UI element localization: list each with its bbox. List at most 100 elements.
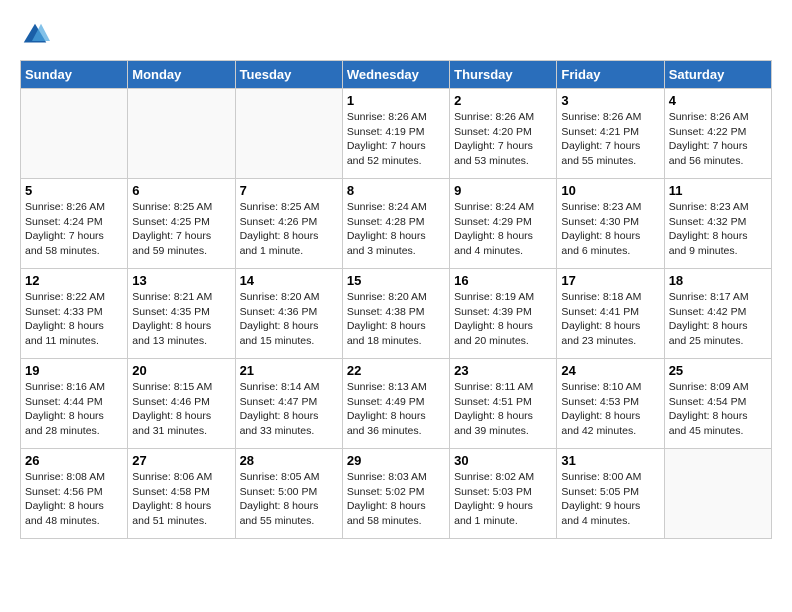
calendar-week-2: 5Sunrise: 8:26 AM Sunset: 4:24 PM Daylig… — [21, 179, 772, 269]
day-number: 22 — [347, 363, 445, 378]
day-info: Sunrise: 8:15 AM Sunset: 4:46 PM Dayligh… — [132, 380, 230, 439]
day-info: Sunrise: 8:17 AM Sunset: 4:42 PM Dayligh… — [669, 290, 767, 349]
calendar-cell: 5Sunrise: 8:26 AM Sunset: 4:24 PM Daylig… — [21, 179, 128, 269]
day-info: Sunrise: 8:13 AM Sunset: 4:49 PM Dayligh… — [347, 380, 445, 439]
calendar-cell: 15Sunrise: 8:20 AM Sunset: 4:38 PM Dayli… — [342, 269, 449, 359]
day-info: Sunrise: 8:23 AM Sunset: 4:32 PM Dayligh… — [669, 200, 767, 259]
day-number: 4 — [669, 93, 767, 108]
day-number: 19 — [25, 363, 123, 378]
calendar-week-3: 12 Sunrise: 8:22 AM Sunset: 4:33 PM Dayli… — [21, 269, 772, 359]
calendar-cell: 19 Sunrise: 8:16 AM Sunset: 4:44 PM Dayli… — [21, 359, 128, 449]
day-number: 28 — [240, 453, 338, 468]
calendar-cell: 12 Sunrise: 8:22 AM Sunset: 4:33 PM Dayli… — [21, 269, 128, 359]
calendar-header: SundayMondayTuesdayWednesdayThursdayFrid… — [21, 61, 772, 89]
calendar-cell: 20 Sunrise: 8:15 AM Sunset: 4:46 PM Dayli… — [128, 359, 235, 449]
calendar-cell — [235, 89, 342, 179]
day-number: 1 — [347, 93, 445, 108]
calendar-cell: 25 Sunrise: 8:09 AM Sunset: 4:54 PM Dayli… — [664, 359, 771, 449]
day-number: 25 — [669, 363, 767, 378]
day-number: 18 — [669, 273, 767, 288]
calendar-table: SundayMondayTuesdayWednesdayThursdayFrid… — [20, 60, 772, 539]
day-number: 2 — [454, 93, 552, 108]
calendar-cell — [128, 89, 235, 179]
day-number: 26 — [25, 453, 123, 468]
calendar-cell: 3 Sunrise: 8:26 AM Sunset: 4:21 PM Daylig… — [557, 89, 664, 179]
calendar-cell: 7 Sunrise: 8:25 AM Sunset: 4:26 PM Daylig… — [235, 179, 342, 269]
calendar-cell: 18 Sunrise: 8:17 AM Sunset: 4:42 PM Dayli… — [664, 269, 771, 359]
day-info: Sunrise: 8:11 AM Sunset: 4:51 PM Dayligh… — [454, 380, 552, 439]
day-info: Sunrise: 8:14 AM Sunset: 4:47 PM Dayligh… — [240, 380, 338, 439]
calendar-cell — [21, 89, 128, 179]
calendar-cell: 28 Sunrise: 8:05 AM Sunset: 5:00 PM Dayli… — [235, 449, 342, 539]
day-number: 7 — [240, 183, 338, 198]
calendar-cell: 1 Sunrise: 8:26 AM Sunset: 4:19 PM Daylig… — [342, 89, 449, 179]
day-info: Sunrise: 8:18 AM Sunset: 4:41 PM Dayligh… — [561, 290, 659, 349]
calendar-cell: 17 Sunrise: 8:18 AM Sunset: 4:41 PM Dayli… — [557, 269, 664, 359]
day-number: 29 — [347, 453, 445, 468]
day-info: Sunrise: 8:26 AM Sunset: 4:21 PM Dayligh… — [561, 110, 659, 169]
calendar-cell: 13Sunrise: 8:21 AM Sunset: 4:35 PM Dayli… — [128, 269, 235, 359]
logo — [20, 20, 54, 50]
day-info: Sunrise: 8:25 AM Sunset: 4:25 PM Dayligh… — [132, 200, 230, 259]
day-number: 20 — [132, 363, 230, 378]
day-number: 17 — [561, 273, 659, 288]
day-number: 12 — [25, 273, 123, 288]
day-number: 23 — [454, 363, 552, 378]
day-header-monday: Monday — [128, 61, 235, 89]
calendar-cell: 22 Sunrise: 8:13 AM Sunset: 4:49 PM Dayli… — [342, 359, 449, 449]
day-number: 14 — [240, 273, 338, 288]
day-info: Sunrise: 8:06 AM Sunset: 4:58 PM Dayligh… — [132, 470, 230, 529]
calendar-cell: 27 Sunrise: 8:06 AM Sunset: 4:58 PM Dayli… — [128, 449, 235, 539]
day-info: Sunrise: 8:16 AM Sunset: 4:44 PM Dayligh… — [25, 380, 123, 439]
day-number: 24 — [561, 363, 659, 378]
day-number: 31 — [561, 453, 659, 468]
day-header-thursday: Thursday — [450, 61, 557, 89]
day-header-sunday: Sunday — [21, 61, 128, 89]
calendar-week-5: 26 Sunrise: 8:08 AM Sunset: 4:56 PM Dayli… — [21, 449, 772, 539]
calendar-cell: 26 Sunrise: 8:08 AM Sunset: 4:56 PM Dayli… — [21, 449, 128, 539]
day-info: Sunrise: 8:19 AM Sunset: 4:39 PM Dayligh… — [454, 290, 552, 349]
day-number: 16 — [454, 273, 552, 288]
calendar-week-4: 19 Sunrise: 8:16 AM Sunset: 4:44 PM Dayli… — [21, 359, 772, 449]
day-info: Sunrise: 8:08 AM Sunset: 4:56 PM Dayligh… — [25, 470, 123, 529]
calendar-cell: 31 Sunrise: 8:00 AM Sunset: 5:05 PM Dayli… — [557, 449, 664, 539]
calendar-cell — [664, 449, 771, 539]
day-number: 3 — [561, 93, 659, 108]
calendar-cell: 9Sunrise: 8:24 AM Sunset: 4:29 PM Daylig… — [450, 179, 557, 269]
day-header-tuesday: Tuesday — [235, 61, 342, 89]
calendar-cell: 16 Sunrise: 8:19 AM Sunset: 4:39 PM Dayli… — [450, 269, 557, 359]
logo-icon — [20, 20, 50, 50]
calendar-body: 1 Sunrise: 8:26 AM Sunset: 4:19 PM Daylig… — [21, 89, 772, 539]
day-info: Sunrise: 8:26 AM Sunset: 4:19 PM Dayligh… — [347, 110, 445, 169]
day-info: Sunrise: 8:21 AM Sunset: 4:35 PM Dayligh… — [132, 290, 230, 349]
day-info: Sunrise: 8:00 AM Sunset: 5:05 PM Dayligh… — [561, 470, 659, 529]
day-header-wednesday: Wednesday — [342, 61, 449, 89]
day-info: Sunrise: 8:09 AM Sunset: 4:54 PM Dayligh… — [669, 380, 767, 439]
calendar-cell: 24 Sunrise: 8:10 AM Sunset: 4:53 PM Dayli… — [557, 359, 664, 449]
calendar-week-1: 1 Sunrise: 8:26 AM Sunset: 4:19 PM Daylig… — [21, 89, 772, 179]
day-number: 10 — [561, 183, 659, 198]
day-number: 30 — [454, 453, 552, 468]
calendar-cell: 2Sunrise: 8:26 AM Sunset: 4:20 PM Daylig… — [450, 89, 557, 179]
day-info: Sunrise: 8:24 AM Sunset: 4:29 PM Dayligh… — [454, 200, 552, 259]
day-info: Sunrise: 8:20 AM Sunset: 4:36 PM Dayligh… — [240, 290, 338, 349]
calendar-cell: 4Sunrise: 8:26 AM Sunset: 4:22 PM Daylig… — [664, 89, 771, 179]
day-header-saturday: Saturday — [664, 61, 771, 89]
day-number: 5 — [25, 183, 123, 198]
page-header — [20, 20, 772, 50]
calendar-cell: 21 Sunrise: 8:14 AM Sunset: 4:47 PM Dayli… — [235, 359, 342, 449]
day-number: 27 — [132, 453, 230, 468]
day-info: Sunrise: 8:03 AM Sunset: 5:02 PM Dayligh… — [347, 470, 445, 529]
day-number: 15 — [347, 273, 445, 288]
day-info: Sunrise: 8:05 AM Sunset: 5:00 PM Dayligh… — [240, 470, 338, 529]
calendar-cell: 14 Sunrise: 8:20 AM Sunset: 4:36 PM Dayli… — [235, 269, 342, 359]
calendar-cell: 23 Sunrise: 8:11 AM Sunset: 4:51 PM Dayli… — [450, 359, 557, 449]
day-info: Sunrise: 8:22 AM Sunset: 4:33 PM Dayligh… — [25, 290, 123, 349]
day-number: 21 — [240, 363, 338, 378]
day-info: Sunrise: 8:25 AM Sunset: 4:26 PM Dayligh… — [240, 200, 338, 259]
day-info: Sunrise: 8:23 AM Sunset: 4:30 PM Dayligh… — [561, 200, 659, 259]
calendar-cell: 6Sunrise: 8:25 AM Sunset: 4:25 PM Daylig… — [128, 179, 235, 269]
calendar-cell: 29 Sunrise: 8:03 AM Sunset: 5:02 PM Dayli… — [342, 449, 449, 539]
calendar-cell: 10 Sunrise: 8:23 AM Sunset: 4:30 PM Dayli… — [557, 179, 664, 269]
day-info: Sunrise: 8:10 AM Sunset: 4:53 PM Dayligh… — [561, 380, 659, 439]
